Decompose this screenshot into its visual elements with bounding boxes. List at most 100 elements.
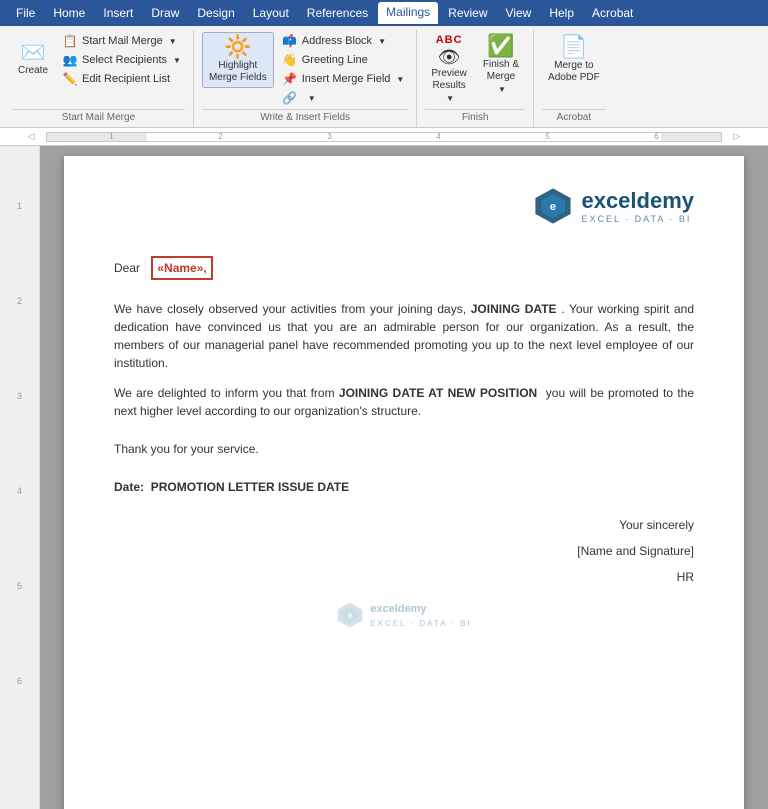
address-block-caret: ▼ [378,37,386,46]
letter-body: Dear «Name», We have closely observed yo… [114,256,694,630]
highlight-label: HighlightMerge Fields [209,60,267,84]
thank-you-line: Thank you for your service. [114,440,694,458]
menu-mailings[interactable]: Mailings [378,2,438,24]
line-numbers: 1 2 3 4 5 6 [0,146,39,766]
preview-caret: ▼ [446,94,454,103]
adobe-label: Merge toAdobe PDF [548,60,600,84]
line-num-2: 2 [17,291,22,386]
finish-merge-label: Finish &Merge [483,59,519,83]
group-finish: ABC 👁 PreviewResults ▼ ✅ Finish &Merge ▼… [417,30,534,127]
group-label-acrobat: Acrobat [542,109,606,125]
watermark-text-area: exceldemy EXCEL · DATA · BI [370,601,471,630]
create-button[interactable]: ✉️ Create [12,32,54,88]
closing-section: Your sincerely [Name and Signature] HR [114,516,694,586]
menu-references[interactable]: References [299,3,376,23]
start-merge-label: Start Mail Merge [82,35,163,47]
greeting-line-button[interactable]: 👋 Greeting Line [278,51,409,69]
group-start-mail-merge: ✉️ Create 📋 Start Mail Merge ▼ 👥 Select … [4,30,194,127]
logo-text: exceldemy EXCEL · DATA · BI [581,188,694,224]
start-mail-merge-button[interactable]: 📋 Start Mail Merge ▼ [58,32,185,50]
line-num-5: 5 [17,576,22,671]
line-num-6: 6 [17,671,22,766]
mail-merge-group: 📋 Start Mail Merge ▼ 👥 Select Recipients… [58,32,185,88]
highlight-merge-fields-button[interactable]: 🔆 HighlightMerge Fields [202,32,274,88]
closing-salutation: Your sincerely [114,516,694,534]
insert-merge-field-button[interactable]: 📌 Insert Merge Field ▼ [278,70,409,88]
menu-design[interactable]: Design [189,3,242,23]
logo-box: e exceldemy EXCEL · DATA · BI [533,186,694,226]
watermark: e exceldemy EXCEL · DATA · BI [114,601,694,630]
ribbon-container: File Home Insert Draw Design Layout Refe… [0,0,768,26]
line-num-1: 1 [17,196,22,291]
preview-abc-text: ABC [436,35,463,46]
sidebar-left: 1 2 3 4 5 6 [0,146,40,809]
date-label: Date: [114,480,144,494]
menu-file[interactable]: File [8,3,43,23]
date-field: PROMOTION LETTER ISSUE DATE [151,480,349,494]
preview-results-button[interactable]: ABC 👁 PreviewResults ▼ [425,32,473,106]
menu-home[interactable]: Home [45,3,93,23]
finish-merge-button[interactable]: ✅ Finish &Merge ▼ [477,32,525,97]
select-recipients-label: Select Recipients [82,54,167,66]
group-label-finish: Finish [425,109,525,125]
edit-recipient-list-button[interactable]: ✏️ Edit Recipient List [58,70,185,88]
ruler-track: 123456 [46,132,722,142]
edit-list-label: Edit Recipient List [82,73,170,85]
address-block-button[interactable]: 📫 Address Block ▼ [278,32,409,50]
logo-sub-text: EXCEL · DATA · BI [581,214,694,224]
group-label-start-merge: Start Mail Merge [12,109,185,125]
line-num-3: 3 [17,386,22,481]
main-area: 1 2 3 4 5 6 e exceldemy [0,146,768,809]
document-page: e exceldemy EXCEL · DATA · BI Dear «Name… [64,156,744,809]
start-merge-caret: ▼ [169,37,177,46]
preview-results-label: PreviewResults [431,68,467,92]
group-write-insert: 🔆 HighlightMerge Fields 📫 Address Block … [194,30,417,127]
ruler-right-margin: ▷ [722,131,752,142]
menu-draw[interactable]: Draw [143,3,187,23]
menu-help[interactable]: Help [541,3,582,23]
insert-merge-caret: ▼ [396,75,404,84]
menu-acrobat[interactable]: Acrobat [584,3,641,23]
greeting-line-icon: 👋 [282,53,298,67]
watermark-sub: EXCEL · DATA · BI [370,618,471,630]
merge-to-adobe-button[interactable]: 📄 Merge toAdobe PDF [542,32,606,88]
logo-icon: e [533,186,573,226]
start-merge-icon: 📋 [62,34,78,48]
dear-text: Dear [114,259,140,277]
finish-merge-caret: ▼ [498,85,506,94]
address-block-label: Address Block [302,35,372,47]
document-area[interactable]: e exceldemy EXCEL · DATA · BI Dear «Name… [40,146,768,809]
group-acrobat: 📄 Merge toAdobe PDF Acrobat [534,30,614,127]
joining-date-position-field: JOINING DATE AT NEW POSITION [339,386,537,400]
svg-text:e: e [550,201,556,213]
adobe-icon: 📄 [560,36,587,58]
line-num-4: 4 [17,481,22,576]
group-label-write-insert: Write & Insert Fields [202,109,408,125]
watermark-main: exceldemy [370,601,471,618]
logo-main-text: exceldemy [581,188,694,214]
highlight-icon: 🔆 [224,36,251,58]
insert-fields-group: 📫 Address Block ▼ 👋 Greeting Line 📌 Inse… [278,32,409,107]
greeting-line-label: Greeting Line [302,54,368,66]
select-recipients-icon: 👥 [62,53,78,67]
extra-field-button[interactable]: 🔗 ▼ [278,89,409,107]
dear-line: Dear «Name», [114,256,694,280]
create-label: Create [18,65,48,77]
create-icon: ✉️ [21,43,46,63]
menu-view[interactable]: View [498,3,540,23]
menu-bar: File Home Insert Draw Design Layout Refe… [0,0,768,26]
paragraph-2: We are delighted to inform you that from… [114,384,694,420]
preview-icon: 👁 [438,48,461,66]
insert-merge-label: Insert Merge Field [302,73,391,85]
menu-review[interactable]: Review [440,3,495,23]
select-recipients-button[interactable]: 👥 Select Recipients ▼ [58,51,185,69]
paragraph-1: We have closely observed your activities… [114,300,694,372]
menu-insert[interactable]: Insert [95,3,141,23]
date-line: Date: PROMOTION LETTER ISSUE DATE [114,478,694,496]
insert-merge-icon: 📌 [282,72,298,86]
select-recipients-caret: ▼ [173,56,181,65]
menu-layout[interactable]: Layout [245,3,297,23]
finish-merge-icon: ✅ [487,35,514,57]
ribbon-toolbar: ✉️ Create 📋 Start Mail Merge ▼ 👥 Select … [0,26,768,128]
edit-list-icon: ✏️ [62,72,78,86]
